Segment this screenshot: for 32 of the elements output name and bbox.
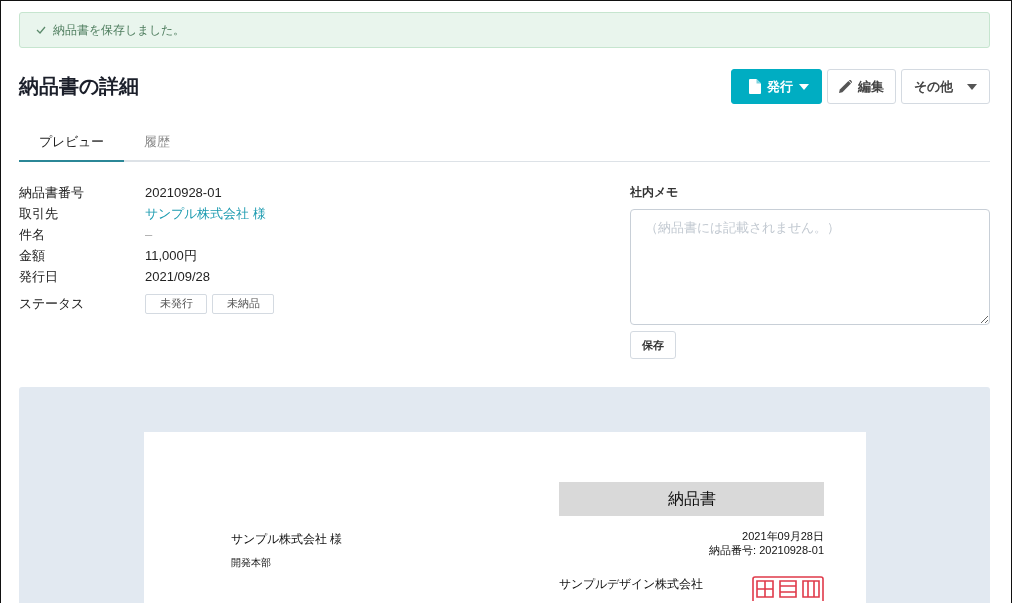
document-icon: [749, 79, 761, 94]
field-label: 発行日: [19, 268, 58, 286]
memo-label: 社内メモ: [630, 184, 678, 201]
tab[interactable]: 履歴: [124, 123, 190, 162]
client-link[interactable]: サンプル株式会社 様: [145, 203, 266, 224]
more-button[interactable]: その他: [901, 69, 990, 104]
field-label: 取引先: [19, 205, 58, 223]
field-label: ステータス: [19, 295, 84, 313]
document-date: 2021年09月28日: [742, 529, 824, 543]
field-value: 20210928-01: [145, 184, 222, 202]
pencil-icon: [839, 80, 852, 93]
recipient-name: サンプル株式会社 様: [231, 531, 343, 547]
issuer-name: サンプルデザイン株式会社: [559, 576, 703, 592]
empty-value: –: [145, 226, 153, 244]
field-value: 2021/09/28: [145, 268, 211, 286]
page-title: 納品書の詳細: [19, 74, 139, 99]
save-button[interactable]: 保存: [630, 331, 676, 359]
check-icon: [36, 26, 46, 34]
document-title: 納品書: [559, 482, 824, 516]
field-label: 納品書番号: [19, 184, 84, 202]
field-value: 11,000円: [145, 247, 197, 265]
status-badge: 未納品: [212, 293, 274, 314]
seal-stamp-icon: [752, 576, 824, 601]
status-badge: 未発行: [145, 293, 207, 314]
recipient-department: 開発本部: [231, 556, 271, 570]
field-label: 件名: [19, 226, 45, 244]
document-number: 納品番号: 20210928-01: [709, 543, 824, 557]
edit-button[interactable]: 編集: [827, 69, 896, 104]
tab[interactable]: プレビュー: [19, 123, 124, 162]
alert-message: 納品書を保存しました。: [53, 21, 185, 39]
memo-textarea[interactable]: （納品書には記載されません。）: [630, 209, 990, 325]
field-label: 金額: [19, 247, 45, 265]
